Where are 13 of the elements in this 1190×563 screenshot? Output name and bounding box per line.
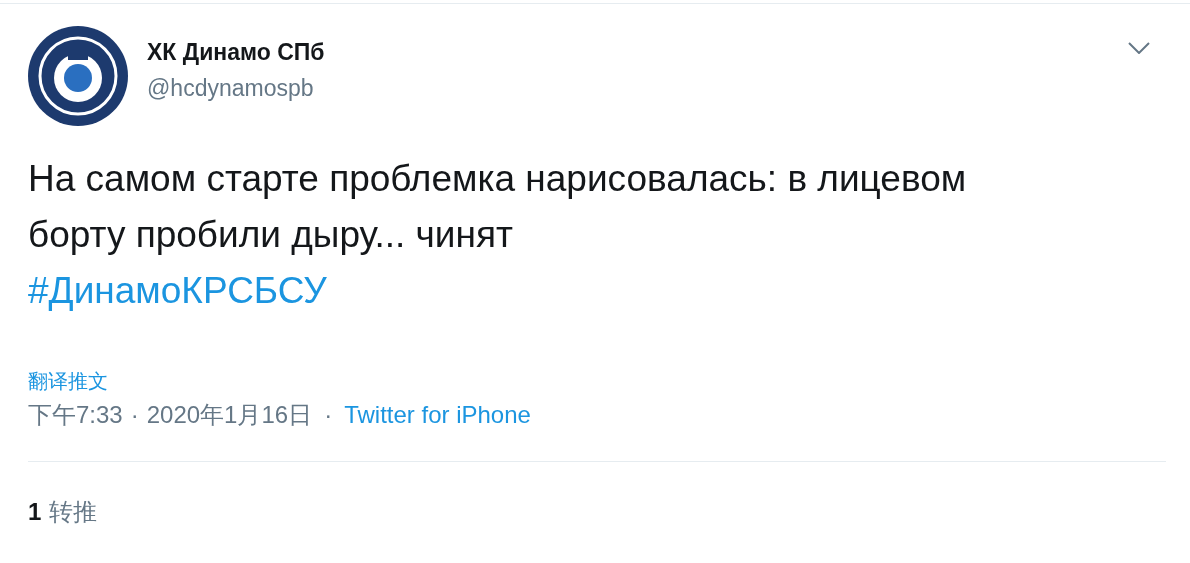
separator: ·	[324, 400, 333, 430]
retweet-count-link[interactable]: 1 转推	[28, 496, 98, 528]
hashtag-link[interactable]: #ДинамоКРСБСУ	[28, 263, 327, 319]
tweet-date[interactable]: 2020年1月16日	[146, 399, 313, 431]
tweet-text: На самом старте проблемка нарисовалась: в лицевом борту пробили дыру... чинят	[28, 157, 968, 257]
tweet-time[interactable]: 下午7:33	[28, 399, 123, 431]
avatar-icon[interactable]	[28, 26, 128, 126]
chevron-down-icon[interactable]	[1128, 42, 1150, 54]
translate-link[interactable]: 翻译推文	[28, 368, 108, 394]
author-name[interactable]: ХК Динамо СПб	[147, 37, 325, 67]
author-handle[interactable]: @hcdynamospb	[147, 73, 325, 103]
separator: ·	[130, 400, 139, 430]
source-link[interactable]: Twitter for iPhone	[344, 399, 531, 431]
